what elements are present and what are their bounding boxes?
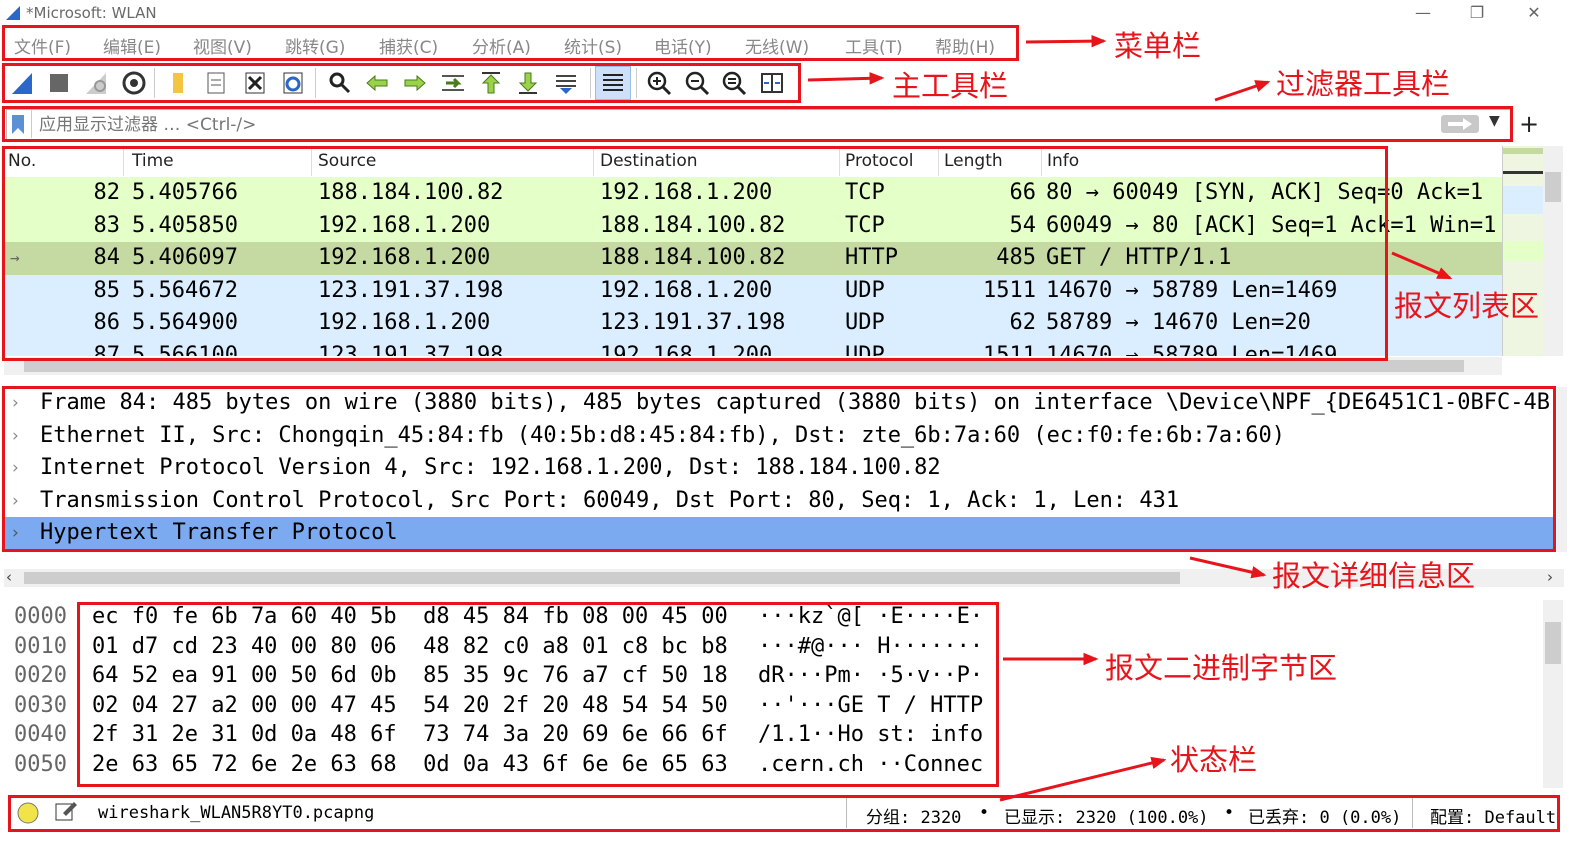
arrow-menu [1025, 34, 1107, 48]
annotation-menu: 菜单栏 [1114, 29, 1202, 63]
annotation-arrows [807, 34, 1453, 802]
annotation-filter-toolbar: 过滤器工具栏 [1276, 67, 1451, 101]
arrow-filter [1214, 80, 1271, 102]
arrow-details [1189, 556, 1267, 579]
arrow-packet-list [1391, 251, 1453, 280]
annotation-bytes: 报文二进制字节区 [1105, 651, 1338, 685]
annotation-main-toolbar: 主工具栏 [892, 69, 1009, 103]
annotation-status: 状态栏 [1170, 743, 1258, 777]
arrow-toolbar [807, 72, 885, 85]
annotation-details: 报文详细信息区 [1272, 559, 1476, 593]
annotation-packet-list: 报文列表区 [1394, 289, 1540, 323]
arrow-status [999, 756, 1167, 802]
